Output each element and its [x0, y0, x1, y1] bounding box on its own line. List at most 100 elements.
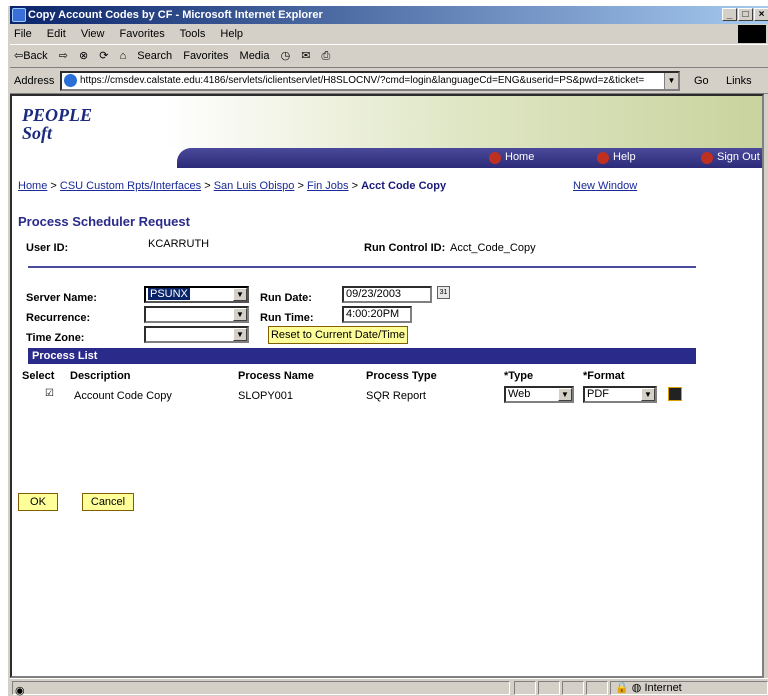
run-time-label: Run Time:: [260, 312, 314, 324]
breadcrumb-separator: >: [351, 180, 359, 192]
server-name-value: PSUNX: [148, 288, 190, 300]
breadcrumb-separator: >: [297, 180, 304, 192]
refresh-icon[interactable]: ⟳: [99, 50, 108, 62]
go-button[interactable]: Go: [694, 68, 709, 94]
browser-toolbar: ⇦Back ⇨ ⊗ ⟳ ⌂ Search Favorites Media ◷ ✉…: [10, 44, 768, 68]
links-button[interactable]: Links: [726, 68, 752, 94]
minimize-button[interactable]: _: [722, 8, 737, 21]
title-bar: Copy Account Codes by CF - Microsoft Int…: [10, 6, 768, 24]
col-description: Description: [70, 370, 131, 382]
type-select[interactable]: Web ▼: [504, 386, 574, 403]
ie-status-icon: ◉: [15, 685, 25, 696]
breadcrumb-separator: >: [50, 180, 57, 192]
menu-help[interactable]: Help: [220, 28, 243, 40]
favorites-button[interactable]: Favorites: [183, 50, 228, 62]
address-dropdown-icon[interactable]: ▼: [664, 73, 678, 89]
forward-icon[interactable]: ⇨: [59, 50, 68, 62]
status-pane: [538, 681, 560, 695]
status-pane-main: ◉: [12, 681, 510, 696]
menu-tools[interactable]: Tools: [180, 28, 206, 40]
select-checkbox[interactable]: ☑: [45, 389, 56, 400]
browser-window: Copy Account Codes by CF - Microsoft Int…: [8, 6, 768, 696]
logo-line2: Soft: [22, 123, 53, 143]
breadcrumb-home[interactable]: Home: [18, 180, 47, 192]
stop-icon[interactable]: ⊗: [79, 50, 88, 62]
chevron-down-icon[interactable]: ▼: [233, 308, 247, 321]
breadcrumb-separator: >: [204, 180, 211, 192]
run-date-input[interactable]: 09/23/2003: [342, 286, 432, 303]
new-window-link[interactable]: New Window: [573, 180, 637, 192]
menu-bar: File Edit View Favorites Tools Help: [10, 24, 768, 44]
logo-line1: PEOPLE: [22, 105, 92, 125]
portal-navbar: Home Help Sign Out: [177, 148, 762, 168]
status-bar: ◉ 🔒 ◍ Internet: [10, 678, 768, 696]
address-bar: Address https://cmsdev.calstate.edu:4186…: [10, 68, 768, 94]
server-name-label: Server Name:: [26, 292, 97, 304]
back-button[interactable]: ⇦Back: [14, 50, 48, 62]
col-type: *Type: [504, 370, 534, 382]
run-control-label: Run Control ID:: [364, 242, 446, 254]
windows-logo-icon: [738, 25, 766, 43]
breadcrumb-csu-custom[interactable]: CSU Custom Rpts/Interfaces: [60, 180, 201, 192]
lock-icon: 🔒: [615, 682, 629, 694]
row-description: Account Code Copy: [74, 390, 172, 402]
user-id-value: KCARRUTH: [148, 238, 210, 250]
page-title: Process Scheduler Request: [18, 214, 190, 229]
menu-edit[interactable]: Edit: [47, 28, 66, 40]
time-zone-select[interactable]: ▼: [144, 326, 249, 343]
nav-home[interactable]: Home: [489, 151, 535, 164]
run-time-input[interactable]: 4:00:20PM: [342, 306, 412, 323]
server-name-select[interactable]: PSUNX ▼: [144, 286, 249, 303]
nav-home-label: Home: [505, 151, 535, 163]
signout-icon: [701, 152, 713, 164]
status-zone-pane: 🔒 ◍ Internet: [610, 681, 768, 695]
ie-app-icon: [12, 8, 26, 22]
breadcrumb-san-luis-obispo[interactable]: San Luis Obispo: [214, 180, 295, 192]
run-date-label: Run Date:: [260, 292, 312, 304]
print-icon[interactable]: ⎙: [322, 50, 331, 62]
col-select: Select: [22, 370, 55, 382]
address-label: Address: [14, 75, 55, 87]
search-button[interactable]: Search: [137, 50, 172, 62]
address-input[interactable]: https://cmsdev.calstate.edu:4186/servlet…: [60, 71, 680, 91]
reset-date-time-button[interactable]: Reset to Current Date/Time: [268, 326, 408, 344]
calendar-icon[interactable]: 31: [437, 286, 450, 299]
chevron-down-icon[interactable]: ▼: [233, 288, 247, 301]
status-pane: [586, 681, 608, 695]
breadcrumb-fin-jobs[interactable]: Fin Jobs: [307, 180, 349, 192]
chevron-down-icon[interactable]: ▼: [233, 328, 247, 341]
recurrence-select[interactable]: ▼: [144, 306, 249, 323]
user-id-label: User ID:: [26, 242, 69, 254]
ok-button[interactable]: OK: [18, 493, 58, 511]
chevron-down-icon[interactable]: ▼: [558, 388, 572, 401]
breadcrumb-current: Acct Code Copy: [361, 180, 447, 192]
divider: [28, 266, 696, 268]
chevron-down-icon[interactable]: ▼: [641, 388, 655, 401]
menu-file[interactable]: File: [14, 28, 32, 40]
mail-icon[interactable]: ✉: [301, 50, 310, 62]
page-content: PEOPLE Soft Home Help Sign Out Home > CS…: [10, 94, 764, 678]
media-button[interactable]: Media: [240, 50, 270, 62]
status-zone: Internet: [644, 682, 682, 694]
nav-signout[interactable]: Sign Out: [701, 151, 760, 164]
home-icon[interactable]: ⌂: [120, 50, 127, 62]
internet-zone-icon: ◍: [631, 682, 642, 694]
history-icon[interactable]: ◷: [281, 50, 291, 62]
distribution-icon[interactable]: [668, 387, 682, 401]
format-select[interactable]: PDF ▼: [583, 386, 657, 403]
col-process-type: Process Type: [366, 370, 437, 382]
nav-help-label: Help: [613, 151, 636, 163]
home-icon: [489, 152, 501, 164]
cancel-button[interactable]: Cancel: [82, 493, 134, 511]
status-pane: [514, 681, 536, 695]
address-url: https://cmsdev.calstate.edu:4186/servlet…: [80, 75, 645, 86]
col-process-name: Process Name: [238, 370, 314, 382]
help-icon: [597, 152, 609, 164]
nav-help[interactable]: Help: [597, 151, 636, 164]
menu-view[interactable]: View: [81, 28, 105, 40]
type-value: Web: [508, 388, 531, 400]
maximize-button[interactable]: □: [738, 8, 753, 21]
close-button[interactable]: ×: [754, 8, 768, 21]
menu-favorites[interactable]: Favorites: [120, 28, 165, 40]
col-format: *Format: [583, 370, 625, 382]
